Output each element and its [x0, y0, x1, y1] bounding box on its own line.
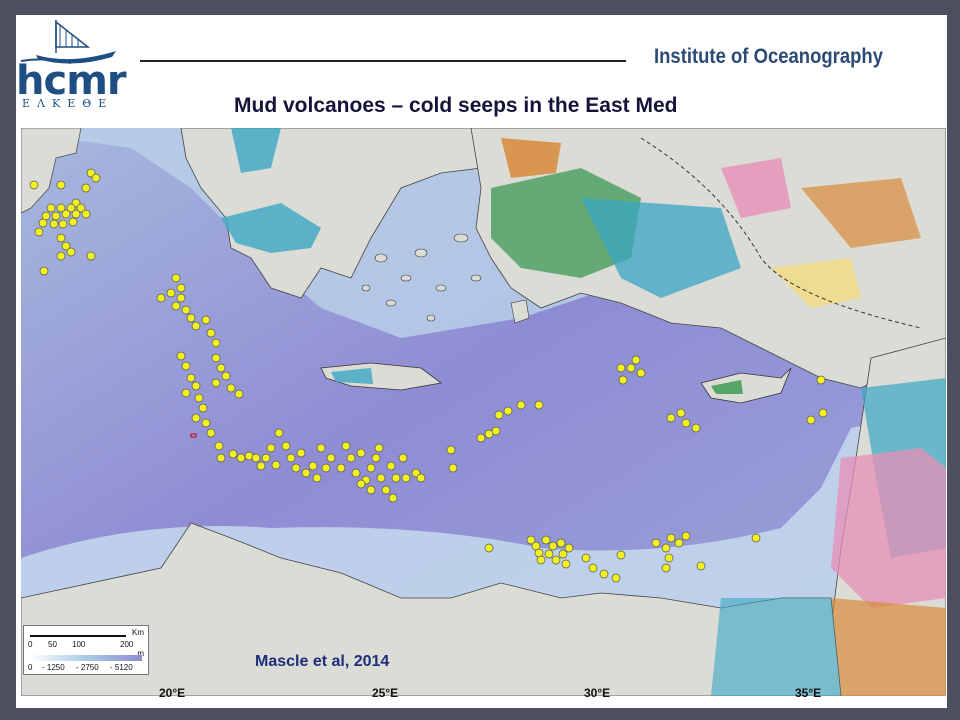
map-canvas: [21, 128, 946, 696]
slide: hcmr ΕΛΚΕΘΕ Institute of Oceanography Mu…: [16, 15, 947, 708]
logo-text: hcmr: [16, 58, 127, 104]
geology-orange-1: [501, 138, 561, 178]
header-rule: [140, 60, 626, 62]
institute-name: Institute of Oceanography: [654, 45, 883, 68]
scale-bar: [30, 635, 126, 637]
scale-km-200: 200: [120, 640, 134, 649]
scale-km-50: 50: [48, 640, 57, 649]
longitude-25e: 25°E: [372, 686, 399, 700]
east-med-map: [21, 128, 946, 696]
geology-pink-2: [831, 448, 946, 608]
depth-gradient: [30, 655, 142, 661]
geology-orange-3: [831, 598, 946, 696]
hcmr-logo: hcmr ΕΛΚΕΘΕ: [16, 17, 136, 117]
logo-subtext: ΕΛΚΕΘΕ: [22, 97, 114, 110]
citation: Mascle et al, 2014: [255, 653, 390, 670]
geology-sinai: [711, 598, 841, 696]
map-scale-legend: Km 0 50 100 200 m 0 - 1250 - 2750 - 5120: [23, 625, 149, 675]
depth-tick-5120: - 5120: [110, 663, 133, 672]
scale-km-100: 100: [72, 640, 86, 649]
longitude-35e: 35°E: [795, 686, 822, 700]
depth-tick-2750: - 2750: [76, 663, 99, 672]
depth-tick-1250: - 1250: [42, 663, 65, 672]
longitude-30e: 30°E: [584, 686, 611, 700]
scale-unit-km: Km: [132, 628, 144, 637]
depth-tick-0: 0: [28, 663, 33, 672]
longitude-20e: 20°E: [159, 686, 186, 700]
slide-title: Mud volcanoes – cold seeps in the East M…: [234, 94, 678, 117]
scale-km-0: 0: [28, 640, 33, 649]
